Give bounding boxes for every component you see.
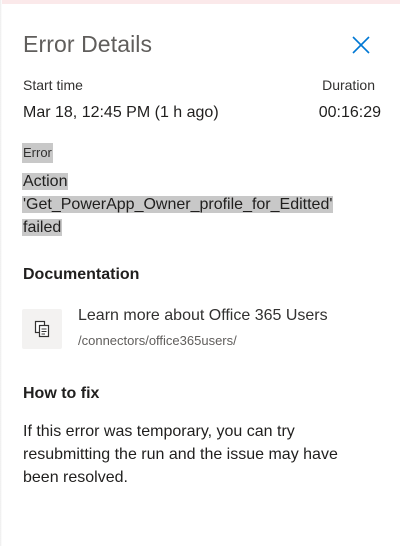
start-time-value: Mar 18, 12:45 PM (1 h ago) [23,104,219,121]
start-time-label: Start time [23,77,83,93]
how-to-fix-heading: How to fix [23,385,100,402]
how-to-fix-text: If this error was temporary, you can try… [23,423,338,486]
copy-document-icon [34,320,50,338]
close-icon [352,36,370,54]
documentation-link-title[interactable]: Learn more about Office 365 Users [78,307,328,325]
duration-value: 00:16:29 [318,104,381,121]
panel-title: Error Details [23,31,153,57]
panel-edge-shadow [0,0,2,546]
error-message: Action 'Get_PowerApp_Owner_profile_for_E… [22,170,367,239]
close-button[interactable] [349,33,373,57]
documentation-link-path[interactable]: /connectors/office365users/ [78,333,237,348]
error-details-panel: Error Details Start time Duration Mar 18… [0,0,400,546]
duration-label: Duration [322,77,375,93]
error-label: Error [22,143,53,163]
documentation-icon-tile[interactable] [22,309,62,349]
documentation-heading: Documentation [23,266,140,283]
error-message-text: Action 'Get_PowerApp_Owner_profile_for_E… [22,173,334,236]
